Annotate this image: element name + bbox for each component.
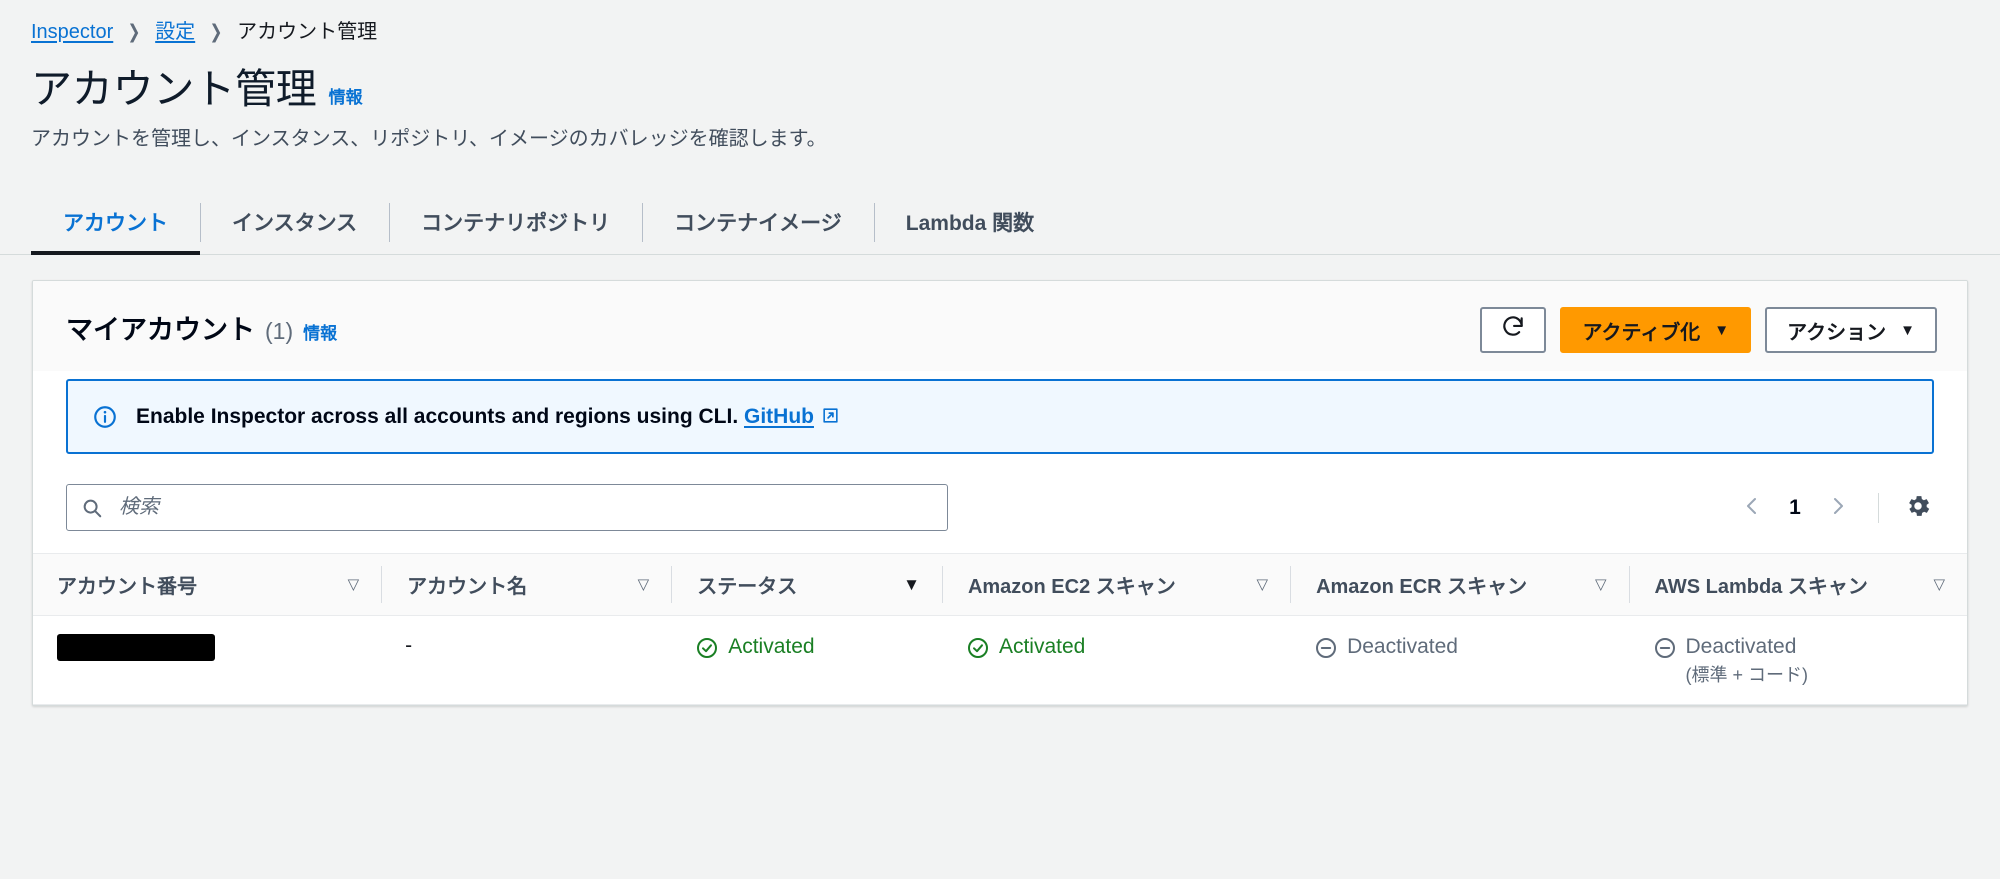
column-label: AWS Lambda スキャン <box>1654 576 1868 599</box>
breadcrumb-item-current: アカウント管理 <box>237 21 378 43</box>
card-title: マイアカウント <box>66 314 255 345</box>
search-box[interactable] <box>66 484 948 532</box>
card-header: マイアカウント (1) 情報 アクティブ化 ▼ アクション ▼ <box>33 281 1967 372</box>
github-link[interactable]: GitHub <box>744 405 814 428</box>
cell-account-name: - <box>381 615 672 706</box>
column-header-status[interactable]: ステータス ▼ <box>671 553 942 617</box>
refresh-button[interactable] <box>1480 307 1547 354</box>
tab-bar: アカウント インスタンス コンテナリポジトリ コンテナイメージ Lambda 関… <box>0 193 2000 256</box>
search-icon <box>81 497 103 519</box>
accounts-table: アカウント番号 ▽ アカウント名 ▽ ステータス ▼ Amazon EC2 スキ… <box>33 553 1967 706</box>
sort-caret-icon[interactable]: ▽ <box>1595 577 1607 592</box>
actions-button[interactable]: アクション ▼ <box>1765 307 1937 354</box>
info-alert: Enable Inspector across all accounts and… <box>66 379 1934 455</box>
sort-caret-icon[interactable]: ▽ <box>348 577 360 592</box>
account-name-value: - <box>405 634 413 658</box>
column-label: Amazon EC2 スキャン <box>967 576 1176 599</box>
tab-lambda-functions[interactable]: Lambda 関数 <box>873 193 1066 254</box>
status-label: Activated <box>728 635 815 659</box>
card-actions: アクティブ化 ▼ アクション ▼ <box>1480 307 1937 354</box>
toolbar-divider <box>1878 492 1879 523</box>
check-circle-icon <box>966 636 990 660</box>
sort-caret-icon[interactable]: ▽ <box>1257 577 1269 592</box>
external-link-icon <box>821 405 840 424</box>
status-label: Deactivated <box>1347 635 1458 659</box>
refresh-icon <box>1500 314 1526 346</box>
column-label: アカウント番号 <box>57 576 197 599</box>
table-header: アカウント番号 ▽ アカウント名 ▽ ステータス ▼ Amazon EC2 スキ… <box>33 553 1967 617</box>
table-toolbar: 1 <box>33 454 1967 553</box>
status-label: Activated <box>998 635 1086 659</box>
actions-button-label: アクション <box>1787 321 1887 344</box>
cell-status: Activated <box>671 615 942 706</box>
activate-button[interactable]: アクティブ化 ▼ <box>1560 307 1752 354</box>
status-text-stack: Deactivated (標準 + コード) <box>1686 634 1809 686</box>
cell-ec2-scan: Activated <box>941 615 1291 706</box>
chevron-right-icon <box>1826 494 1850 521</box>
status-badge: Deactivated <box>1314 634 1458 660</box>
minus-circle-icon <box>1314 636 1338 660</box>
previous-page-button[interactable] <box>1730 486 1774 530</box>
info-circle-icon <box>92 404 118 430</box>
breadcrumb-item-settings[interactable]: 設定 <box>155 22 195 42</box>
info-alert-message: Enable Inspector across all accounts and… <box>136 405 739 429</box>
activate-button-label: アクティブ化 <box>1582 321 1701 344</box>
column-label: Amazon ECR スキャン <box>1316 576 1528 599</box>
breadcrumb-separator-icon: ❯ <box>209 21 223 43</box>
breadcrumb: Inspector ❯ 設定 ❯ アカウント管理 <box>0 0 2000 42</box>
next-page-button[interactable] <box>1816 486 1860 530</box>
column-header-ec2-scan[interactable]: Amazon EC2 スキャン ▽ <box>941 553 1291 617</box>
breadcrumb-item-inspector[interactable]: Inspector <box>31 22 113 42</box>
column-header-account-id[interactable]: アカウント番号 ▽ <box>33 553 382 617</box>
tab-container-images[interactable]: コンテナイメージ <box>642 193 874 254</box>
page-root: Inspector ❯ 設定 ❯ アカウント管理 アカウント管理 情報 アカウン… <box>0 0 2000 879</box>
status-sublabel: (標準 + コード) <box>1685 664 1809 685</box>
my-accounts-card: マイアカウント (1) 情報 アクティブ化 ▼ アクション ▼ Enable I… <box>32 280 1968 707</box>
table-row[interactable]: - Activated Activated Deactivated Deacti… <box>33 615 1967 706</box>
column-header-account-name[interactable]: アカウント名 ▽ <box>381 553 672 617</box>
column-label: ステータス <box>697 576 798 599</box>
sort-caret-icon-active[interactable]: ▼ <box>903 576 920 593</box>
table-header-row: アカウント番号 ▽ アカウント名 ▽ ステータス ▼ Amazon EC2 スキ… <box>33 553 1967 617</box>
tab-instances[interactable]: インスタンス <box>200 193 389 254</box>
chevron-down-icon: ▼ <box>1900 321 1915 339</box>
table-body: - Activated Activated Deactivated Deacti… <box>33 615 1967 706</box>
column-label: アカウント名 <box>407 576 528 599</box>
info-alert-text: Enable Inspector across all accounts and… <box>136 403 840 430</box>
card-info-link[interactable]: 情報 <box>303 319 337 344</box>
page-title-row: アカウント管理 情報 <box>31 66 2000 113</box>
check-circle-icon <box>695 636 719 660</box>
chevron-left-icon <box>1740 494 1764 521</box>
card-count: (1) <box>265 317 294 344</box>
search-input[interactable] <box>117 485 933 531</box>
sort-caret-icon[interactable]: ▽ <box>1933 577 1945 592</box>
card-title-row: マイアカウント (1) 情報 <box>66 314 337 346</box>
column-header-ecr-scan[interactable]: Amazon ECR スキャン ▽ <box>1290 553 1629 617</box>
tab-container-repositories[interactable]: コンテナリポジトリ <box>389 193 642 254</box>
current-page-number[interactable]: 1 <box>1778 496 1812 520</box>
page-title: アカウント管理 <box>31 66 317 112</box>
page-header: アカウント管理 情報 アカウントを管理し、インスタンス、リポジトリ、イメージのカ… <box>0 42 2000 153</box>
breadcrumb-separator-icon: ❯ <box>127 21 141 43</box>
page-description: アカウントを管理し、インスタンス、リポジトリ、イメージのカバレッジを確認します。 <box>31 128 827 151</box>
cell-lambda-scan: Deactivated (標準 + コード) <box>1628 615 1967 706</box>
status-badge: Deactivated (標準 + コード) <box>1653 634 1809 686</box>
status-label: Deactivated <box>1685 635 1797 659</box>
column-header-lambda-scan[interactable]: AWS Lambda スキャン ▽ <box>1628 553 1967 617</box>
redacted-account-id <box>57 634 215 662</box>
status-badge: Activated <box>966 634 1085 660</box>
table-preferences-button[interactable] <box>1897 487 1939 529</box>
page-info-link[interactable]: 情報 <box>329 83 363 108</box>
sort-caret-icon[interactable]: ▽ <box>638 577 650 592</box>
chevron-down-icon: ▼ <box>1714 321 1730 339</box>
gear-icon <box>1904 492 1932 523</box>
status-badge: Activated <box>695 634 815 660</box>
minus-circle-icon <box>1653 636 1677 660</box>
tab-accounts[interactable]: アカウント <box>31 193 200 256</box>
cell-account-id <box>33 615 382 706</box>
pagination: 1 <box>1730 486 1939 530</box>
cell-ecr-scan: Deactivated <box>1290 615 1629 706</box>
